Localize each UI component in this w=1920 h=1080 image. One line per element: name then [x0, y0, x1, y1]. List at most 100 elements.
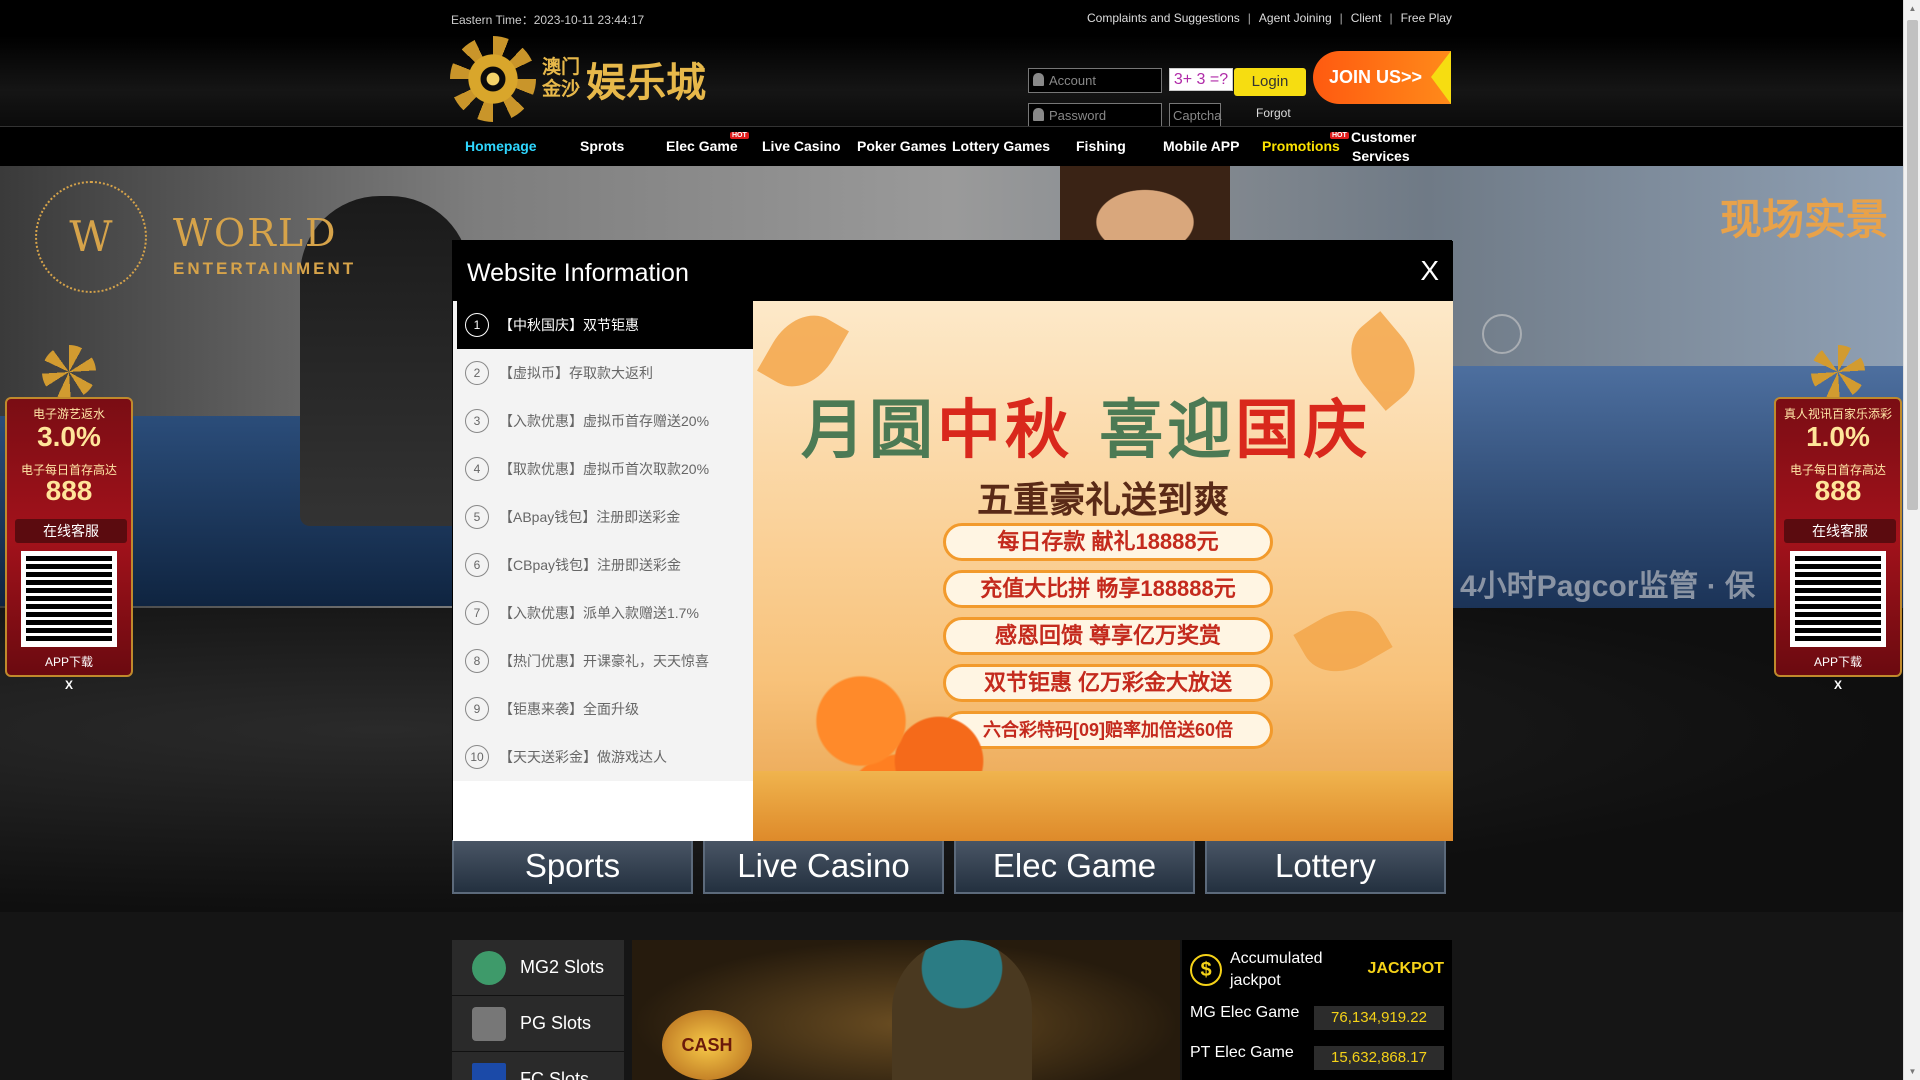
modal-close-button[interactable]: X: [1420, 255, 1439, 287]
login-button[interactable]: Login: [1234, 68, 1306, 96]
online-service-button[interactable]: 在线客服: [15, 519, 127, 543]
captcha-image[interactable]: 3+ 3 =?: [1169, 68, 1233, 91]
separator: |: [1339, 11, 1343, 25]
announcement-item[interactable]: 9 【钜惠来袭】全面升级: [457, 685, 753, 733]
item-number: 3: [465, 409, 489, 433]
top-links: Complaints and Suggestions | Agent Joini…: [1087, 11, 1452, 25]
agent-joining-link[interactable]: Agent Joining: [1259, 11, 1332, 25]
item-number: 7: [465, 601, 489, 625]
category-sports[interactable]: Sports: [452, 838, 693, 894]
logo-small-line1: 澳门: [542, 57, 581, 78]
client-link[interactable]: Client: [1351, 11, 1382, 25]
nav-live-casino[interactable]: Live Casino: [762, 138, 841, 154]
scroll-down-icon[interactable]: ▼: [1904, 1063, 1920, 1080]
pg-logo-icon: [472, 1006, 506, 1041]
nav-mobile-app[interactable]: Mobile APP: [1163, 138, 1240, 154]
left-float-ad[interactable]: 电子游艺返水 3.0% 电子每日首存高达 888 在线客服 APP下载 X: [5, 345, 133, 692]
mid-autumn-poster[interactable]: 月圆中秋 喜迎国庆 五重豪礼送到爽 每日存款 献礼18888元 充值大比拼 畅享…: [753, 301, 1453, 841]
poster-headline: 月圆中秋 喜迎国庆: [801, 379, 1371, 471]
nav-sports[interactable]: Sprots: [580, 138, 624, 154]
free-play-link[interactable]: Free Play: [1401, 11, 1452, 25]
app-download-label[interactable]: APP下载: [1776, 653, 1900, 670]
announcement-item[interactable]: 3 【入款优惠】虚拟币首存赠送20%: [457, 397, 753, 445]
lock-icon: [1033, 108, 1044, 121]
nav-promotions[interactable]: Promotions: [1262, 138, 1340, 154]
main-nav: Homepage Sprots Elec Game HOT Live Casin…: [0, 126, 1903, 166]
close-left-float-button[interactable]: X: [5, 678, 133, 692]
rebate-value: 3.0%: [37, 421, 101, 452]
category-elec-game[interactable]: Elec Game: [954, 838, 1195, 894]
account-input[interactable]: Account: [1028, 68, 1162, 93]
site-logo[interactable]: 澳门 金沙 娱乐城: [450, 36, 710, 122]
category-lottery[interactable]: Lottery: [1205, 838, 1446, 894]
forgot-link[interactable]: Forgot: [1256, 106, 1291, 120]
slot-mg2[interactable]: MG2 Slots: [452, 940, 624, 996]
dealer-figure-center: [1060, 166, 1230, 246]
right-float-body: 真人视讯百家乐添彩 1.0% 电子每日首存高达 888 在线客服 APP下载: [1774, 397, 1902, 677]
hot-badge: HOT: [730, 132, 749, 139]
announcement-item[interactable]: 1 【中秋国庆】双节钜惠: [457, 301, 753, 349]
item-text: 【中秋国庆】双节钜惠: [499, 317, 639, 333]
crown-icon: [1811, 345, 1865, 399]
announcement-item[interactable]: 7 【入款优惠】派单入款赠送1.7%: [457, 589, 753, 637]
poster-offer: 每日存款 献礼18888元: [943, 523, 1273, 561]
game-promo-image[interactable]: CASH DROP: [632, 940, 1180, 1080]
jackpot-value: 76,134,919.22: [1314, 1006, 1444, 1030]
item-number: 5: [465, 505, 489, 529]
play-icon[interactable]: [1482, 314, 1522, 354]
online-service-button[interactable]: 在线客服: [1784, 519, 1896, 543]
jackpot-game-name: MG Elec Game: [1190, 1004, 1300, 1021]
item-text: 【入款优惠】虚拟币首存赠送20%: [499, 413, 710, 429]
item-text: 【ABpay钱包】注册即送彩金: [499, 509, 681, 525]
slot-pg[interactable]: PG Slots: [452, 996, 624, 1052]
separator: |: [1247, 11, 1251, 25]
live-scene-label: 现场实景: [1720, 195, 1889, 244]
item-number: 2: [465, 361, 489, 385]
join-us-button[interactable]: JOIN US>>: [1313, 51, 1451, 104]
left-float-body: 电子游艺返水 3.0% 电子每日首存高达 888 在线客服 APP下载: [5, 397, 133, 677]
password-input[interactable]: Password: [1028, 103, 1162, 128]
announcement-item[interactable]: 10 【天天送彩金】做游戏达人: [457, 733, 753, 781]
separator: |: [1389, 11, 1393, 25]
sun-logo-icon: [450, 36, 536, 122]
nav-elec-game[interactable]: Elec Game: [666, 138, 738, 154]
poster-offer: 充值大比拼 畅享188888元: [943, 570, 1273, 608]
right-float-ad[interactable]: 真人视讯百家乐添彩 1.0% 电子每日首存高达 888 在线客服 APP下载 X: [1774, 345, 1902, 692]
scrollbar-thumb[interactable]: [1907, 20, 1918, 510]
banner-marquee: 4小时Pagcor监管 · 保: [1460, 570, 1756, 603]
scroll-up-icon[interactable]: ▲: [1904, 0, 1920, 17]
item-number: 10: [465, 745, 489, 769]
scrollbar[interactable]: ▲ ▼: [1903, 0, 1920, 1080]
announcement-item[interactable]: 2 【虚拟币】存取款大返利: [457, 349, 753, 397]
captcha-input[interactable]: Captcha: [1169, 103, 1221, 128]
slot-fc[interactable]: FC Slots: [452, 1052, 624, 1080]
complaints-link[interactable]: Complaints and Suggestions: [1087, 11, 1240, 25]
close-right-float-button[interactable]: X: [1774, 678, 1902, 692]
slot-label: MG2 Slots: [520, 957, 605, 977]
jackpot-title: JACKPOT: [1367, 960, 1444, 977]
mg-logo-icon: [472, 950, 506, 985]
nav-fishing[interactable]: Fishing: [1076, 138, 1126, 154]
baccarat-value: 1.0%: [1806, 421, 1870, 452]
nav-lottery-games[interactable]: Lottery Games: [952, 138, 1050, 154]
nav-homepage[interactable]: Homepage: [465, 138, 537, 154]
crown-icon: [42, 345, 96, 399]
rebate-label: 电子游艺返水: [32, 407, 105, 421]
jackpot-value: 15,632,868.17: [1314, 1046, 1444, 1070]
nav-customer[interactable]: Customer: [1351, 129, 1416, 145]
qr-code-icon: [1790, 551, 1886, 647]
announcement-item[interactable]: 8 【热门优惠】开课豪礼，天天惊喜: [457, 637, 753, 685]
nav-poker-games[interactable]: Poker Games: [857, 138, 947, 154]
announcement-item[interactable]: 6 【CBpay钱包】注册即送彩金: [457, 541, 753, 589]
app-download-label[interactable]: APP下载: [7, 653, 131, 670]
item-number: 1: [465, 313, 489, 337]
fc-logo-icon: [472, 1062, 506, 1080]
jackpot-panel: $ Accumulated jackpot JACKPOT MG Elec Ga…: [1182, 940, 1452, 1080]
account-placeholder: Account: [1049, 73, 1096, 88]
announcement-item[interactable]: 5 【ABpay钱包】注册即送彩金: [457, 493, 753, 541]
category-live-casino[interactable]: Live Casino: [703, 838, 944, 894]
announcement-item[interactable]: 4 【取款优惠】虚拟币首次取款20%: [457, 445, 753, 493]
nav-services[interactable]: Services: [1352, 148, 1410, 164]
logo-small-text: 澳门 金沙: [542, 57, 580, 101]
qr-code-icon: [21, 551, 117, 647]
